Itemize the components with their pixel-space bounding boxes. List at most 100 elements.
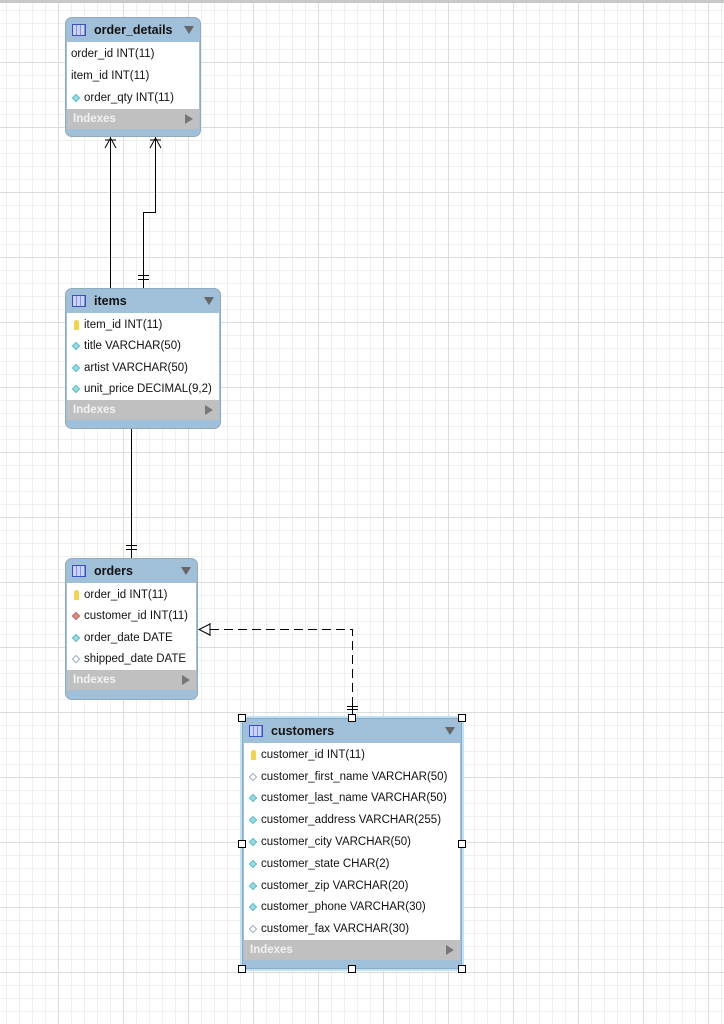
columns-list: order_id INT(11) customer_id INT(11) order…: [67, 583, 196, 670]
expand-arrow-icon[interactable]: [446, 945, 454, 956]
collapse-caret-icon[interactable]: [184, 26, 194, 34]
column-label: item_id INT(11): [84, 318, 163, 331]
table-items[interactable]: items item_id INT(11) title VARCHAR(50) ar…: [65, 288, 221, 429]
column-label: title VARCHAR(50): [84, 340, 181, 353]
indexes-label: Indexes: [250, 944, 293, 957]
column-diamond-filled-icon: [71, 385, 81, 394]
collapse-caret-icon[interactable]: [204, 297, 214, 305]
resize-handle[interactable]: [238, 965, 246, 973]
table-name: items: [94, 294, 127, 308]
table-order-details[interactable]: order_details order_id INT(11) item_id IN…: [65, 17, 201, 137]
column-label: order_id INT(11): [71, 48, 155, 60]
indexes-label: Indexes: [73, 404, 116, 416]
table-name: orders: [94, 564, 133, 578]
column-row[interactable]: title VARCHAR(50): [67, 336, 219, 358]
column-diamond-empty-icon: [248, 772, 258, 781]
table-customers[interactable]: customers customer_id INT(11) customer_fi…: [242, 718, 462, 969]
resize-handle[interactable]: [458, 714, 466, 722]
rel-order-details-items-2: [143, 136, 156, 288]
indexes-section[interactable]: Indexes: [67, 670, 196, 690]
column-label: customer_first_name VARCHAR(50): [261, 770, 448, 783]
resize-handle[interactable]: [348, 714, 356, 722]
table-header[interactable]: items: [66, 289, 220, 313]
resize-handle[interactable]: [238, 714, 246, 722]
column-row[interactable]: customer_id INT(11): [244, 744, 460, 766]
column-row[interactable]: order_date DATE: [67, 627, 196, 649]
columns-list: item_id INT(11) title VARCHAR(50) artist V…: [67, 313, 219, 400]
column-diamond-empty-icon: [248, 925, 258, 934]
expand-arrow-icon[interactable]: [205, 405, 213, 415]
table-name: order_details: [94, 23, 173, 37]
column-label: customer_id INT(11): [261, 748, 365, 761]
column-label: order_qty INT(11): [84, 92, 174, 104]
column-row[interactable]: customer_state CHAR(2): [244, 853, 460, 875]
column-diamond-filled-icon: [248, 881, 258, 890]
foreign-key-icon: [71, 612, 81, 621]
column-label: customer_state CHAR(2): [261, 857, 390, 870]
indexes-section[interactable]: Indexes: [244, 940, 460, 961]
column-row[interactable]: customer_first_name VARCHAR(50): [244, 766, 460, 788]
column-row[interactable]: order_id INT(11): [67, 43, 199, 65]
expand-arrow-icon[interactable]: [182, 675, 190, 685]
column-diamond-filled-icon: [71, 93, 81, 103]
column-diamond-filled-icon: [71, 363, 81, 372]
column-diamond-filled-icon: [71, 633, 81, 642]
column-label: unit_price DECIMAL(9,2): [84, 383, 212, 396]
collapse-caret-icon[interactable]: [445, 727, 455, 735]
indexes-label: Indexes: [73, 113, 116, 125]
column-label: shipped_date DATE: [84, 653, 187, 666]
column-label: customer_city VARCHAR(50): [261, 836, 411, 849]
column-label: order_id INT(11): [84, 588, 168, 601]
column-label: customer_address VARCHAR(255): [261, 814, 442, 827]
column-row[interactable]: shipped_date DATE: [67, 649, 196, 671]
column-diamond-filled-icon: [248, 816, 258, 825]
column-diamond-filled-icon: [248, 794, 258, 803]
column-diamond-filled-icon: [248, 837, 258, 847]
column-row[interactable]: customer_last_name VARCHAR(50): [244, 788, 460, 810]
collapse-caret-icon[interactable]: [181, 567, 191, 575]
primary-key-icon: [251, 749, 256, 760]
column-row[interactable]: order_qty INT(11): [67, 87, 199, 109]
column-diamond-filled-icon: [71, 342, 81, 351]
column-row[interactable]: customer_phone VARCHAR(30): [244, 897, 460, 919]
column-row[interactable]: customer_id INT(11): [67, 606, 196, 628]
indexes-section[interactable]: Indexes: [67, 109, 199, 129]
column-diamond-empty-icon: [71, 655, 81, 664]
table-icon: [249, 725, 263, 737]
column-label: artist VARCHAR(50): [84, 361, 188, 374]
table-header[interactable]: orders: [66, 559, 197, 583]
resize-handle[interactable]: [238, 839, 246, 848]
column-label: order_date DATE: [84, 631, 173, 644]
primary-key-icon: [74, 319, 79, 330]
table-icon: [72, 295, 86, 307]
column-diamond-filled-icon: [248, 859, 258, 869]
table-icon: [72, 565, 86, 577]
column-row[interactable]: artist VARCHAR(50): [67, 357, 219, 379]
column-label: customer_zip VARCHAR(20): [261, 879, 409, 892]
primary-key-icon: [74, 589, 79, 600]
column-label: customer_fax VARCHAR(30): [261, 923, 410, 936]
columns-list: customer_id INT(11) customer_first_name V…: [244, 743, 460, 941]
column-row[interactable]: customer_city VARCHAR(50): [244, 831, 460, 853]
column-row[interactable]: unit_price DECIMAL(9,2): [67, 379, 219, 401]
table-orders[interactable]: orders order_id INT(11) customer_id INT(1…: [65, 558, 198, 700]
columns-list: order_id INT(11) item_id INT(11) order_qty…: [67, 42, 199, 109]
column-row[interactable]: customer_fax VARCHAR(30): [244, 918, 460, 940]
column-row[interactable]: item_id INT(11): [67, 314, 219, 336]
column-row[interactable]: customer_address VARCHAR(255): [244, 809, 460, 831]
crowfoot-orders: [197, 623, 211, 636]
resize-handle[interactable]: [458, 839, 466, 848]
table-header[interactable]: customers: [243, 719, 461, 743]
table-icon: [72, 24, 86, 36]
table-header[interactable]: order_details: [66, 18, 200, 42]
column-diamond-filled-icon: [248, 903, 258, 912]
rel-orders-customers: [210, 629, 353, 708]
column-row[interactable]: order_id INT(11): [67, 584, 196, 606]
column-row[interactable]: customer_zip VARCHAR(20): [244, 875, 460, 897]
column-label: customer_phone VARCHAR(30): [261, 901, 426, 914]
resize-handle[interactable]: [458, 965, 466, 973]
expand-arrow-icon[interactable]: [185, 114, 193, 124]
resize-handle[interactable]: [348, 965, 356, 973]
column-row[interactable]: item_id INT(11): [67, 65, 199, 87]
indexes-section[interactable]: Indexes: [67, 400, 219, 420]
